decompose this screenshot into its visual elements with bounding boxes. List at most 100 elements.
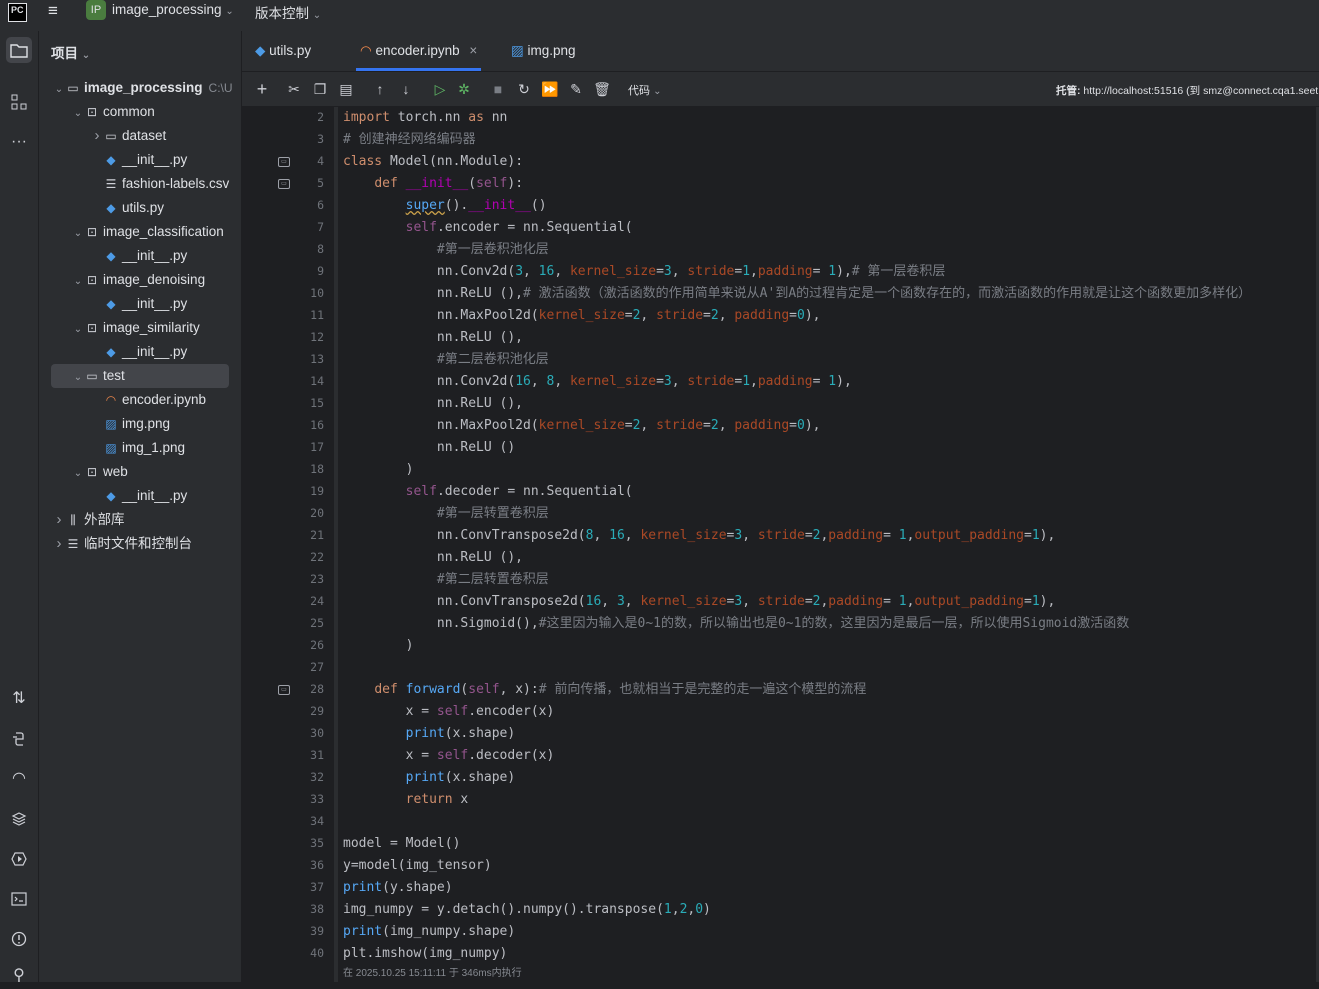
code-line[interactable]: nn.ReLU (), <box>343 393 523 415</box>
main-menu-icon[interactable]: ≡ <box>48 2 66 19</box>
chevron-down-icon[interactable]: ⌄ <box>72 270 84 294</box>
code-line[interactable]: nn.MaxPool2d(kernel_size=2, stride=2, pa… <box>343 415 821 437</box>
tree-item-label: img.png <box>122 416 171 431</box>
code-line[interactable]: super().__init__() <box>343 195 547 217</box>
code-line[interactable]: nn.ReLU (), <box>343 547 523 569</box>
code-line[interactable]: #第二层转置卷积层 <box>343 569 549 591</box>
chevron-down-icon[interactable]: ⌄ <box>53 78 65 102</box>
tree-item-label: __init__.py <box>122 488 188 503</box>
code-line[interactable]: nn.ReLU () <box>343 437 515 459</box>
chevron-down-icon[interactable]: ⌄ <box>72 102 84 126</box>
tab-img-png[interactable]: ▨ img.png <box>511 31 576 71</box>
jupyter-icon[interactable]: ◠ <box>6 766 32 792</box>
tab-utils-py[interactable]: ◆ utils.py <box>255 31 311 71</box>
tree-item-label: dataset <box>122 128 167 143</box>
code-line[interactable]: import torch.nn as nn <box>343 107 507 129</box>
stop-icon[interactable]: ■ <box>488 79 508 99</box>
code-line[interactable]: def __init__(self): <box>343 173 523 195</box>
tab-label: encoder.ipynb <box>375 43 460 58</box>
chevron-down-icon[interactable]: ⌄ <box>72 366 84 390</box>
code-line[interactable]: nn.Conv2d(3, 16, kernel_size=3, stride=1… <box>343 261 946 283</box>
code-line[interactable]: return x <box>343 789 469 811</box>
code-line[interactable]: y=model(img_tensor) <box>343 855 492 877</box>
add-cell-icon[interactable]: + <box>252 79 272 99</box>
cell-type-select[interactable]: 代码 ⌄ <box>628 82 661 98</box>
services-icon[interactable] <box>6 846 32 872</box>
code-line[interactable]: nn.MaxPool2d(kernel_size=2, stride=2, pa… <box>343 305 821 327</box>
clear-outputs-icon[interactable]: ✎ <box>566 79 586 99</box>
code-line[interactable]: #第一层转置卷积层 <box>343 503 549 525</box>
chevron-down-icon[interactable]: ⌄ <box>72 222 84 246</box>
code-line[interactable]: nn.Sigmoid(),#这里因为输入是0~1的数，所以输出也是0~1的数，这… <box>343 613 1129 635</box>
chevron-right-icon[interactable]: › <box>53 508 65 532</box>
close-icon[interactable]: × <box>469 43 477 58</box>
commit-icon[interactable]: ⇅ <box>6 686 32 712</box>
implementation-marker-icon[interactable]: ▭ <box>278 157 290 167</box>
code-line[interactable]: ) <box>343 459 414 481</box>
chevron-down-icon[interactable]: ⌄ <box>72 318 84 342</box>
implementation-marker-icon[interactable]: ▭ <box>278 685 290 695</box>
tab-encoder-ipynb[interactable]: ◠ encoder.ipynb × <box>355 31 482 71</box>
code-line[interactable]: #第二层卷积池化层 <box>343 349 549 371</box>
code-line[interactable]: nn.ConvTranspose2d(16, 3, kernel_size=3,… <box>343 591 1055 613</box>
cut-icon[interactable]: ✂ <box>284 79 304 99</box>
code-editor[interactable]: import torch.nn as nn # 创建神经网络编码器 class Mo… <box>338 107 1319 982</box>
image-file-icon: ▨ <box>105 417 117 431</box>
code-line[interactable]: ) <box>343 635 414 657</box>
tree-item[interactable]: ⌄ ▭ test <box>51 364 229 388</box>
project-folder-icon[interactable] <box>6 37 32 63</box>
code-line[interactable]: nn.ConvTranspose2d(8, 16, kernel_size=3,… <box>343 525 1055 547</box>
line-number: 16 <box>310 418 324 432</box>
paste-icon[interactable]: ▤ <box>336 79 356 99</box>
code-line[interactable]: self.decoder = nn.Sequential( <box>343 481 633 503</box>
line-number: 35 <box>310 836 324 850</box>
move-up-icon[interactable]: ↑ <box>370 79 390 99</box>
code-line[interactable]: #第一层卷积池化层 <box>343 239 549 261</box>
code-line[interactable]: nn.Conv2d(16, 8, kernel_size=3, stride=1… <box>343 371 852 393</box>
chevron-down-icon[interactable]: ⌄ <box>72 462 84 486</box>
project-panel-header[interactable]: 项目 ⌄ <box>51 42 90 62</box>
project-badge[interactable]: IP <box>86 0 106 20</box>
chevron-right-icon[interactable]: › <box>53 532 65 556</box>
move-down-icon[interactable]: ↓ <box>396 79 416 99</box>
line-number: 31 <box>310 748 324 762</box>
tree-item-label: 临时文件和控制台 <box>84 536 192 551</box>
editor-tabs: ◆ utils.py ◠ encoder.ipynb × ▨ img.png <box>242 31 1319 72</box>
code-line[interactable]: print(img_numpy.shape) <box>343 921 515 943</box>
problems-icon[interactable] <box>6 926 32 952</box>
code-line[interactable]: nn.ReLU (), <box>343 327 523 349</box>
line-number: 23 <box>310 572 324 586</box>
code-line[interactable]: x = self.encoder(x) <box>343 701 555 723</box>
layers-icon[interactable] <box>6 806 32 832</box>
structure-icon[interactable] <box>6 89 32 115</box>
terminal-icon[interactable] <box>6 886 32 912</box>
code-line[interactable]: class Model(nn.Module): <box>343 151 523 173</box>
code-line[interactable]: plt.imshow(img_numpy) <box>343 943 507 965</box>
code-line[interactable]: def forward(self, x):# 前向传播，也就相当于是完整的走一遍… <box>343 679 866 701</box>
implementation-marker-icon[interactable]: ▭ <box>278 179 290 189</box>
code-line[interactable]: print(x.shape) <box>343 723 516 745</box>
code-line[interactable]: x = self.decoder(x) <box>343 745 555 767</box>
server-label: 托管: <box>1056 85 1081 97</box>
code-line[interactable]: self.encoder = nn.Sequential( <box>343 217 633 239</box>
run-all-icon[interactable]: ⏩ <box>540 79 560 99</box>
code-line[interactable]: nn.ReLU (),# 激活函数（激活函数的作用简单来说从A'到A的过程肯定是… <box>343 283 1251 305</box>
code-line[interactable]: print(y.shape) <box>343 877 453 899</box>
restart-kernel-icon[interactable]: ↻ <box>514 79 534 99</box>
project-switcher[interactable]: image_processing ⌄ <box>112 2 234 17</box>
chevron-right-icon[interactable]: › <box>91 124 103 148</box>
run-cell-icon[interactable]: ▷ <box>430 79 450 99</box>
copy-icon[interactable]: ❐ <box>310 79 330 99</box>
more-tools-icon[interactable]: ··· <box>6 129 32 155</box>
version-control-icon[interactable]: ⚲ <box>6 963 32 989</box>
delete-icon[interactable]: 🗑 <box>592 79 612 99</box>
vcs-menu[interactable]: 版本控制 ⌄ <box>255 2 321 22</box>
code-line[interactable]: model = Model() <box>343 833 460 855</box>
code-line[interactable]: # 创建神经网络编码器 <box>343 129 476 151</box>
jupyter-server-selector[interactable]: 托管: http://localhost:51516 (到 smz@connec… <box>1056 83 1318 98</box>
code-line[interactable]: img_numpy = y.detach().numpy().transpose… <box>343 899 711 921</box>
python-packages-icon[interactable] <box>6 726 32 752</box>
debug-icon[interactable]: ✲ <box>454 79 474 99</box>
package-icon: ⊡ <box>86 465 98 479</box>
code-line[interactable]: print(x.shape) <box>343 767 516 789</box>
